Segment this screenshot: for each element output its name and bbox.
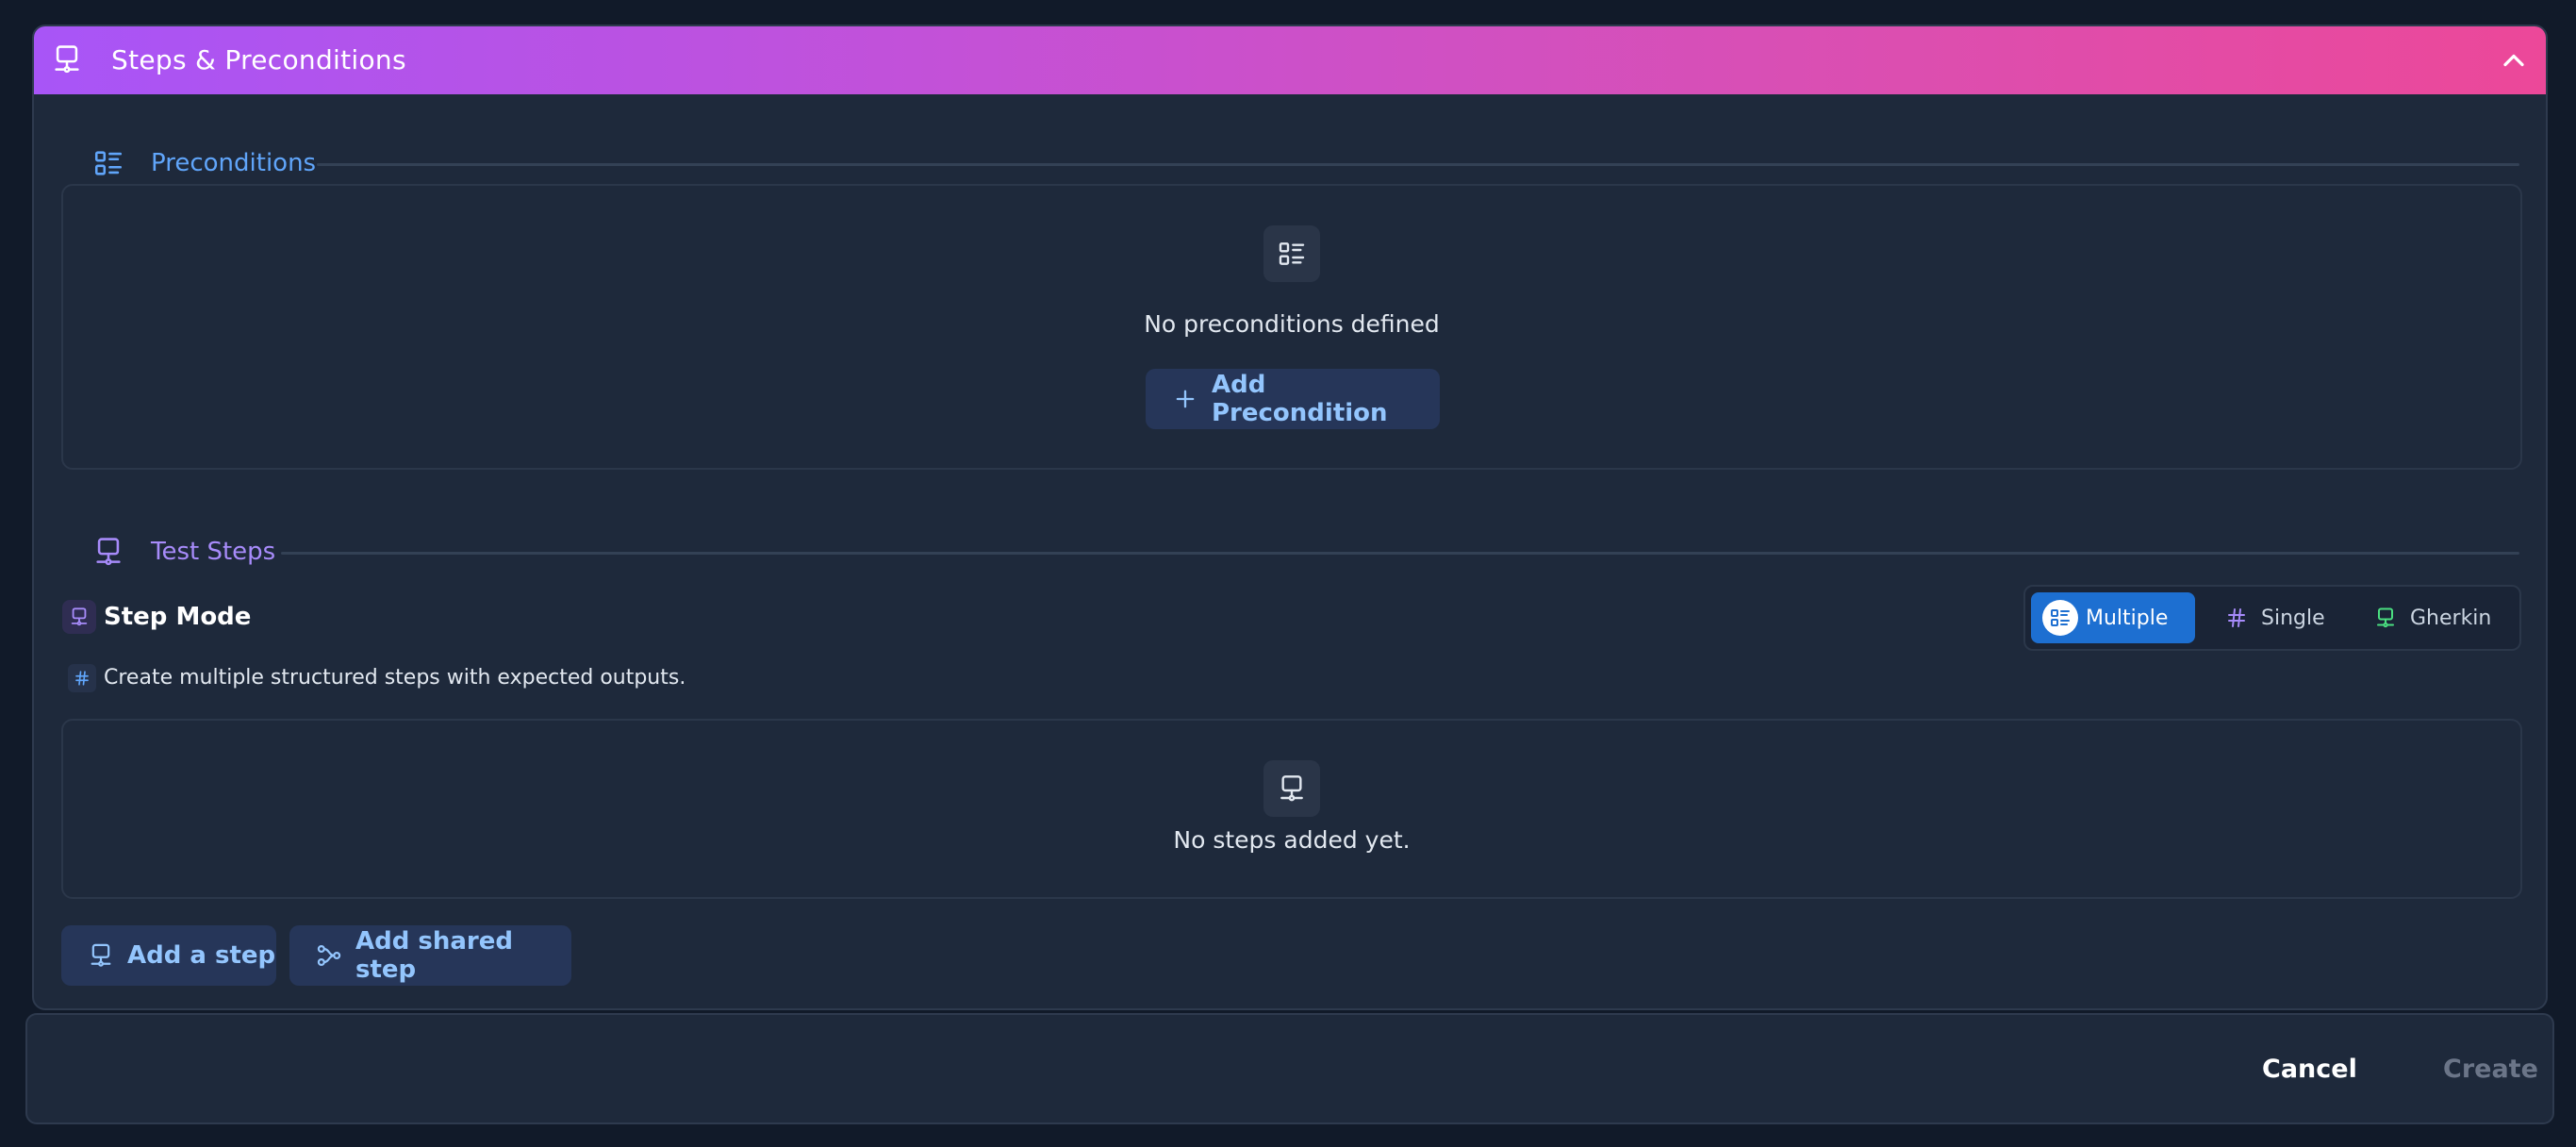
add-precondition-label: Add Precondition bbox=[1212, 371, 1388, 427]
mode-multiple-label: Multiple bbox=[2086, 606, 2169, 630]
mode-single-button[interactable]: Single bbox=[2225, 592, 2338, 643]
preconditions-empty-state: No preconditions defined Add Preconditio… bbox=[61, 184, 2522, 470]
steps-preconditions-panel: Steps & Preconditions Preconditions No p… bbox=[32, 25, 2548, 1010]
add-step-button[interactable]: Add a step bbox=[61, 925, 276, 986]
step-icon bbox=[1263, 760, 1320, 817]
share-icon bbox=[316, 942, 342, 969]
section-divider bbox=[317, 163, 2519, 166]
steps-empty-state: No steps added yet. bbox=[61, 719, 2522, 899]
add-step-label: Add a step bbox=[127, 941, 276, 970]
create-button[interactable]: Create bbox=[2443, 1049, 2538, 1090]
preconditions-empty-text: No preconditions defined bbox=[1144, 310, 1440, 338]
plus-icon bbox=[1172, 386, 1198, 412]
step-icon bbox=[2374, 607, 2397, 629]
list-icon bbox=[1263, 225, 1320, 282]
dialog-footer: Cancel Create bbox=[25, 1013, 2554, 1124]
add-shared-step-label: Add shared step bbox=[355, 927, 513, 984]
add-shared-step-button[interactable]: Add shared step bbox=[289, 925, 571, 986]
mode-gherkin-label: Gherkin bbox=[2410, 606, 2492, 630]
cancel-button[interactable]: Cancel bbox=[2262, 1049, 2357, 1090]
chevron-up-icon[interactable] bbox=[2497, 43, 2531, 77]
step-icon bbox=[92, 536, 124, 568]
test-steps-label: Test Steps bbox=[151, 538, 276, 566]
preconditions-heading: Preconditions bbox=[62, 144, 2519, 182]
list-icon bbox=[92, 147, 124, 179]
step-mode-toggle: Multiple Single Gherkin bbox=[2023, 585, 2521, 651]
steps-empty-text: No steps added yet. bbox=[1173, 826, 1411, 854]
step-icon bbox=[51, 43, 83, 75]
test-steps-heading: Test Steps bbox=[62, 533, 2519, 571]
add-precondition-button[interactable]: Add Precondition bbox=[1146, 369, 1440, 429]
step-icon bbox=[88, 942, 114, 969]
step-mode-description: Create multiple structured steps with ex… bbox=[104, 666, 686, 690]
list-icon bbox=[2042, 600, 2078, 636]
hash-icon bbox=[68, 664, 96, 692]
panel-title: Steps & Preconditions bbox=[111, 44, 406, 75]
mode-gherkin-button[interactable]: Gherkin bbox=[2374, 592, 2516, 643]
step-mode-label: Step Mode bbox=[104, 603, 252, 631]
panel-header[interactable]: Steps & Preconditions bbox=[34, 26, 2546, 94]
mode-multiple-button[interactable]: Multiple bbox=[2031, 592, 2195, 643]
step-icon bbox=[62, 600, 96, 634]
section-divider bbox=[281, 552, 2519, 555]
preconditions-label: Preconditions bbox=[151, 149, 317, 177]
mode-single-label: Single bbox=[2261, 606, 2325, 630]
hash-icon bbox=[2225, 607, 2248, 629]
